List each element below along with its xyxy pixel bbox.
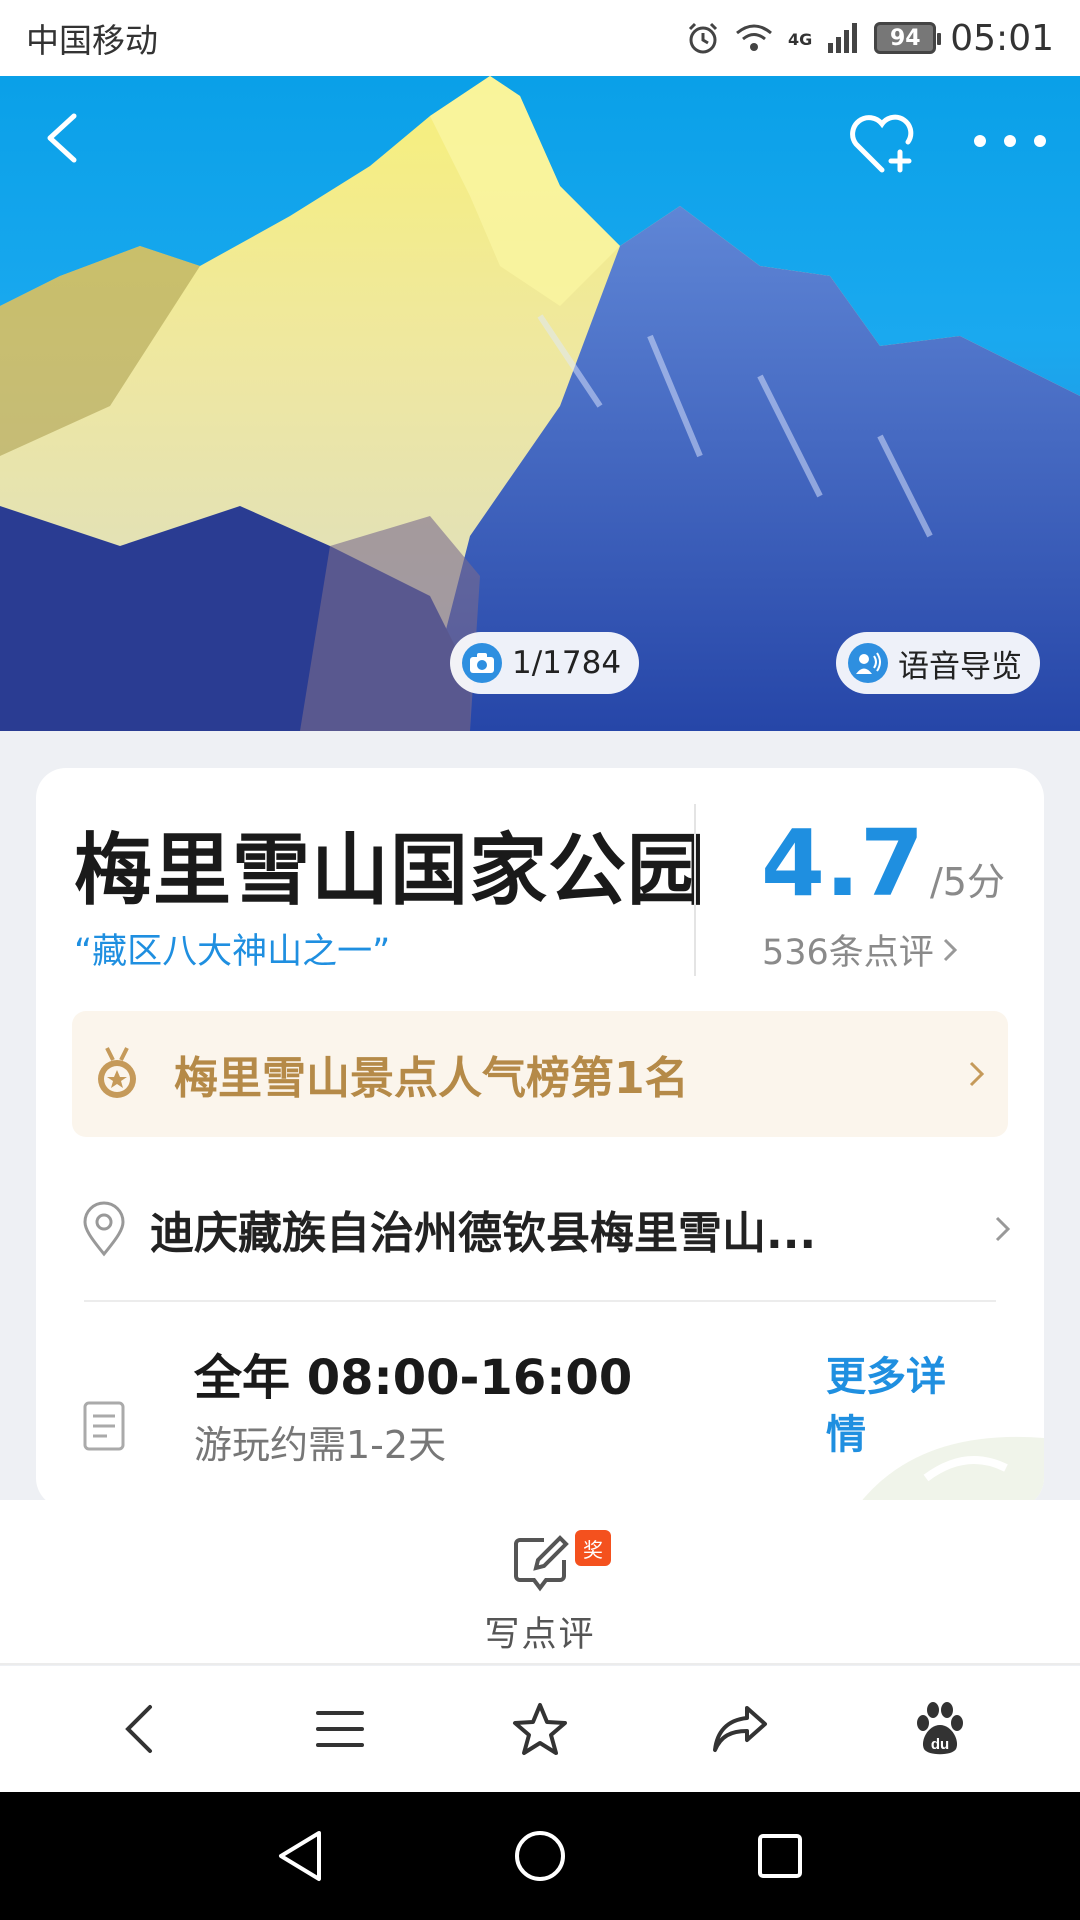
rating-scale: /5分 — [929, 860, 1005, 904]
system-back-button[interactable] — [260, 1816, 340, 1896]
camera-icon — [462, 643, 502, 683]
review-count: 536条点评 — [762, 933, 934, 973]
favorite-add-icon[interactable] — [846, 108, 918, 180]
wifi-icon — [736, 24, 772, 51]
recents-square-icon — [758, 1834, 802, 1878]
more-icon[interactable] — [970, 126, 1050, 156]
system-home-button[interactable] — [500, 1816, 580, 1896]
photo-counter-button[interactable]: 1/1784 — [450, 632, 640, 694]
system-nav-bar — [0, 1792, 1080, 1920]
rating-value: 4.7 — [761, 810, 924, 917]
system-recents-button[interactable] — [740, 1816, 820, 1896]
rating: 4.7 /5分 — [761, 810, 1005, 917]
chevron-right-icon — [943, 938, 957, 961]
document-icon — [83, 1401, 125, 1451]
menu-icon — [316, 1711, 364, 1747]
carrier-label: 中国移动 — [26, 21, 158, 60]
share-icon — [713, 1706, 767, 1752]
chevron-right-icon — [969, 1061, 985, 1087]
status-icons: 4G 94 05:01 — [686, 18, 1054, 59]
medal-icon — [98, 1047, 136, 1098]
attraction-name: 梅里雪山国家公园 — [74, 826, 707, 916]
location-pin-icon — [83, 1201, 125, 1257]
photo-counter: 1/1784 — [512, 645, 622, 681]
ranking-label: 梅里雪山景点人气榜第1名 — [174, 1053, 689, 1104]
alarm-icon — [688, 22, 718, 54]
divider — [694, 804, 696, 976]
hero-photo[interactable]: 1/1784 语音导览 — [0, 76, 1080, 731]
network-type: 4G — [787, 29, 813, 49]
svg-text:du: du — [931, 1736, 949, 1753]
home-circle-icon — [515, 1831, 565, 1881]
browser-toolbar: du — [0, 1666, 1080, 1792]
attraction-tagline: “藏区八大神山之一” — [74, 932, 391, 972]
address-row[interactable]: 迪庆藏族自治州德钦县梅里雪山... — [82, 1174, 1012, 1284]
status-bar: 中国移动 4G 94 05:01 — [0, 0, 1080, 76]
audio-guide-icon — [848, 643, 888, 683]
browser-share-button[interactable] — [700, 1689, 780, 1769]
star-icon — [513, 1703, 567, 1755]
address-text: 迪庆藏族自治州德钦县梅里雪山... — [150, 1208, 817, 1259]
browser-back-button[interactable] — [100, 1689, 180, 1769]
audio-guide-button[interactable]: 语音导览 — [836, 632, 1040, 694]
clock: 05:01 — [950, 17, 1054, 59]
baidu-paw-icon: du — [917, 1702, 963, 1755]
ranking-banner[interactable]: 梅里雪山景点人气榜第1名 — [72, 1011, 1008, 1137]
audio-guide-label: 语音导览 — [898, 648, 1022, 685]
decoration-graphic — [856, 1436, 1044, 1508]
opening-hours-text: 全年 08:00-16:00 — [194, 1350, 633, 1406]
back-icon[interactable] — [36, 108, 96, 168]
back-icon — [125, 1705, 152, 1753]
baidu-home-button[interactable]: du — [900, 1689, 980, 1769]
visit-duration: 游玩约需1-2天 — [194, 1423, 447, 1467]
attraction-info-card: 梅里雪山国家公园 “藏区八大神山之一” 4.7 /5分 536条点评 梅里雪山景… — [36, 768, 1044, 1508]
write-review-button[interactable]: 奖 写点评 — [475, 1530, 611, 1657]
browser-menu-button[interactable] — [300, 1689, 380, 1769]
edit-icon — [514, 1535, 569, 1592]
back-triangle-icon — [279, 1831, 321, 1881]
signal-icon — [828, 23, 858, 53]
write-review-label: 写点评 — [484, 1615, 596, 1655]
battery-icon: 94 — [874, 22, 942, 54]
browser-bookmark-button[interactable] — [500, 1689, 580, 1769]
review-count-link[interactable]: 536条点评 — [762, 924, 958, 975]
review-action-bar: 奖 写点评 — [0, 1500, 1080, 1665]
reward-badge: 奖 — [575, 1530, 611, 1566]
divider — [84, 1300, 996, 1302]
chevron-right-icon — [995, 1216, 1011, 1242]
battery-level: 94 — [889, 25, 921, 51]
